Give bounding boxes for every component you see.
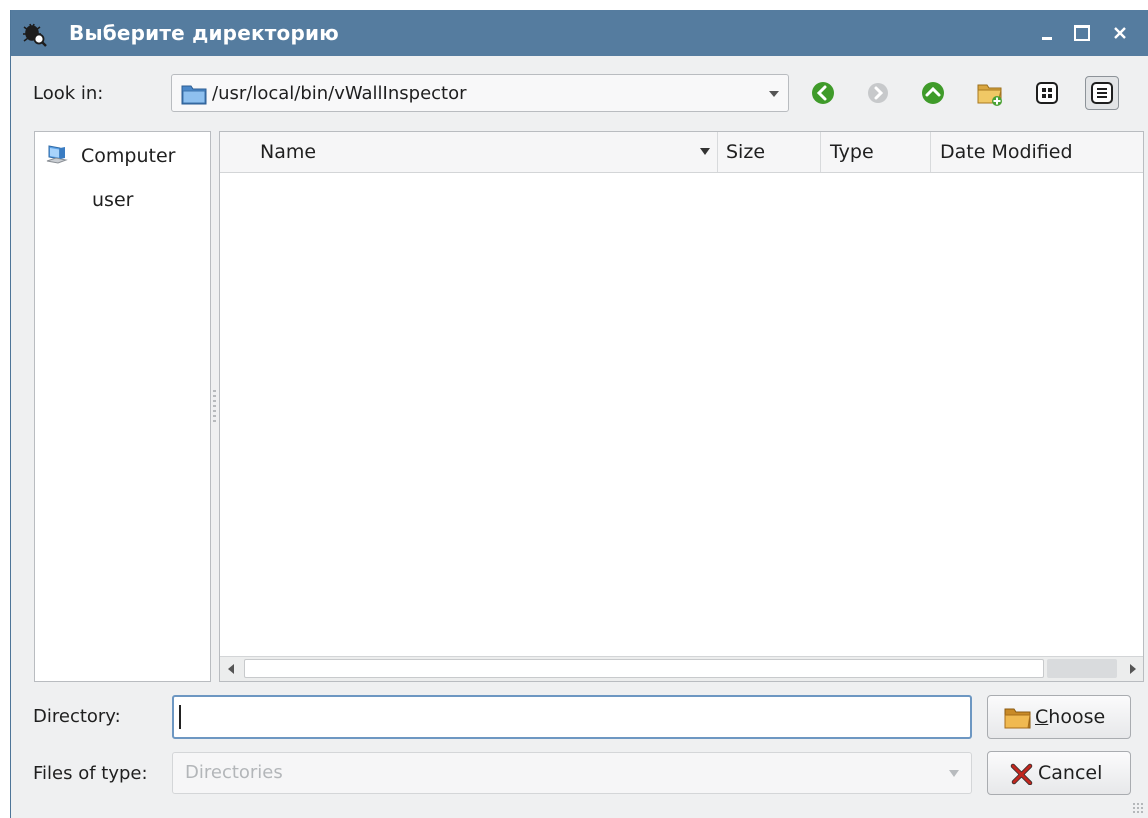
column-header-date-modified[interactable]: Date Modified — [930, 132, 1144, 172]
column-header-type[interactable]: Type — [820, 132, 929, 172]
maximize-button[interactable] — [1069, 20, 1095, 46]
new-folder-button[interactable] — [973, 76, 1007, 110]
files-of-type-value: Directories — [185, 762, 283, 783]
splitter-handle[interactable] — [213, 390, 216, 424]
parent-directory-button[interactable] — [916, 76, 950, 110]
column-header-label: Date Modified — [940, 141, 1073, 163]
minimize-icon — [1042, 36, 1052, 40]
sidebar-item-label: Computer — [81, 145, 176, 167]
forward-icon — [868, 83, 888, 103]
maximize-icon — [1074, 25, 1090, 41]
close-icon — [1114, 27, 1126, 39]
scroll-track[interactable] — [244, 659, 1044, 678]
cancel-x-icon — [1010, 763, 1033, 785]
back-icon — [812, 82, 834, 104]
choose-button-label: Choose — [1035, 706, 1106, 728]
chevron-left-icon — [228, 664, 234, 674]
folder-icon — [181, 85, 207, 105]
detail-view-button[interactable] — [1085, 76, 1119, 110]
column-header-label: Size — [726, 141, 766, 163]
folder-icon — [1004, 708, 1031, 729]
scroll-left-button[interactable] — [220, 657, 242, 681]
column-header-size[interactable]: Size — [717, 132, 818, 172]
window-title: Выберите директорию — [69, 21, 339, 45]
scroll-thumb[interactable] — [1047, 659, 1117, 678]
file-list-header: Name Size Type Date Modified — [220, 132, 1143, 173]
list-view-button[interactable] — [1030, 76, 1064, 110]
file-dialog-window: Выберите директорию Look in: /usr/local/… — [10, 10, 1148, 818]
forward-button[interactable] — [861, 76, 895, 110]
look-in-combo[interactable]: /usr/local/bin/vWallInspector — [171, 74, 789, 112]
column-header-label: Name — [260, 141, 317, 163]
directory-label: Directory: — [33, 706, 121, 727]
list-view-icon — [1036, 82, 1058, 104]
back-button[interactable] — [806, 76, 840, 110]
column-header-label: Type — [830, 141, 874, 163]
directory-input[interactable] — [172, 695, 972, 739]
files-of-type-combo[interactable]: Directories — [172, 752, 972, 794]
chevron-right-icon — [1130, 664, 1136, 674]
detail-view-icon — [1091, 82, 1113, 104]
sidebar-item-label: user — [92, 189, 134, 211]
look-in-path: /usr/local/bin/vWallInspector — [212, 83, 467, 104]
resize-grip[interactable] — [1132, 802, 1144, 814]
sort-descending-icon — [700, 148, 710, 155]
text-caret — [179, 705, 181, 729]
column-header-name[interactable]: Name — [220, 132, 717, 172]
sidebar-item-computer[interactable]: Computer — [35, 138, 210, 178]
choose-button[interactable]: Choose — [987, 695, 1131, 739]
chevron-down-icon — [769, 91, 779, 97]
bug-search-icon — [23, 23, 47, 47]
new-folder-icon — [977, 84, 1002, 106]
sidebar: Computer user — [34, 131, 211, 682]
files-of-type-label: Files of type: — [33, 763, 148, 784]
computer-icon — [46, 145, 68, 164]
close-button[interactable] — [1107, 20, 1133, 46]
cancel-button[interactable]: Cancel — [987, 751, 1131, 795]
horizontal-scrollbar[interactable] — [220, 656, 1143, 681]
cancel-button-label: Cancel — [1038, 762, 1103, 784]
parent-directory-icon — [922, 82, 944, 104]
scroll-right-button[interactable] — [1121, 657, 1143, 681]
sidebar-item-user[interactable]: user — [35, 182, 210, 222]
chevron-down-icon — [949, 770, 959, 777]
title-bar[interactable]: Выберите директорию — [11, 10, 1148, 56]
file-list[interactable]: Name Size Type Date Modified — [219, 131, 1144, 682]
minimize-button[interactable] — [1034, 20, 1060, 46]
look-in-label: Look in: — [33, 83, 104, 104]
